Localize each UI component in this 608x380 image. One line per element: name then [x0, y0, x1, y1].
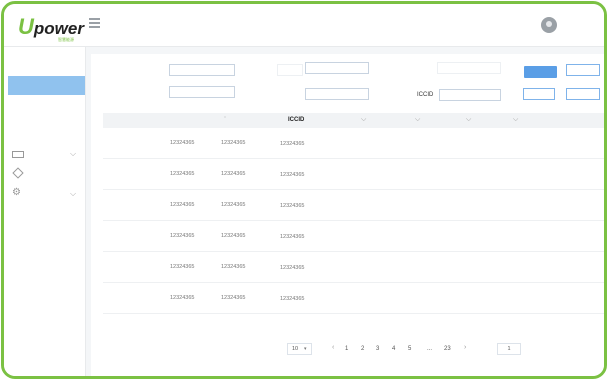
device-icon [12, 151, 24, 158]
table-cell: 12324365 [280, 265, 305, 271]
page-jump-input[interactable]: 1 [497, 343, 521, 355]
sidebar-item-location[interactable] [12, 167, 82, 181]
table-row[interactable]: 12324365 12324365 12324365 [103, 128, 604, 159]
main-panel: ICCID ˈ ICCID ⌵ ⌵ ⌵ ⌵ 12324365 12324365 … [91, 54, 604, 376]
page-ellipsis[interactable]: ... [427, 346, 432, 352]
sidebar: ⌵ ⚙ ⌵ [4, 47, 86, 376]
chevron-down-icon: ⌵ [70, 149, 77, 158]
import-button[interactable] [566, 88, 600, 100]
page-number-1[interactable]: 1 [345, 346, 348, 352]
page-number-4[interactable]: 4 [392, 346, 395, 352]
table-cell: 12324365 [170, 264, 195, 270]
table-cell: 12324365 [280, 172, 305, 178]
table-cell: 12324365 [221, 140, 246, 146]
filter-input-4[interactable] [169, 86, 235, 98]
hamburger-menu-icon[interactable] [89, 18, 100, 28]
table-cell: 12324365 [170, 233, 195, 239]
diamond-icon [12, 167, 24, 179]
top-header: Upower 智慧能源 [4, 4, 604, 47]
sidebar-item-active[interactable] [8, 76, 85, 95]
table-cell: 12324365 [170, 202, 195, 208]
app-frame: Upower 智慧能源 ⌵ ⚙ ⌵ ICCID ˈ ICCID ⌵ ⌵ ⌵ ⌵ … [1, 1, 607, 379]
gear-icon: ⚙ [12, 187, 21, 198]
table-cell: 12324365 [221, 171, 246, 177]
page-size-select[interactable]: 10 ▾ [287, 343, 312, 355]
table-row[interactable]: 12324365 12324365 12324365 [103, 159, 604, 190]
column-filter-chevron-icon[interactable]: ⌵ [415, 116, 420, 124]
table-cell: 12324365 [170, 295, 195, 301]
next-page-button[interactable]: › [464, 344, 466, 351]
logo-word: power [33, 19, 84, 38]
column-header-iccid: ICCID [288, 117, 305, 123]
table-cell: 12324365 [280, 296, 305, 302]
table-cell: 12324365 [221, 233, 246, 239]
column-filter-chevron-icon[interactable]: ⌵ [361, 116, 366, 124]
search-button[interactable] [524, 66, 557, 78]
filter-input-1[interactable] [169, 64, 235, 76]
iccid-filter-label: ICCID [417, 92, 434, 98]
export-button[interactable] [523, 88, 555, 100]
filter-input-5[interactable] [305, 88, 369, 100]
chevron-down-icon: ⌵ [70, 189, 77, 198]
table-cell: 12324365 [221, 264, 246, 270]
table-row[interactable]: 12324365 12324365 12324365 [103, 283, 604, 314]
logo-tagline: 智慧能源 [58, 37, 74, 42]
filter-input-2-prefix[interactable] [277, 64, 303, 76]
sidebar-item-settings[interactable]: ⚙ ⌵ [12, 187, 82, 201]
table-cell: 12324365 [280, 234, 305, 240]
logo-letter: U [18, 14, 34, 39]
filter-input-2[interactable] [305, 62, 369, 74]
page-number-5[interactable]: 5 [408, 346, 411, 352]
table-row[interactable]: 12324365 12324365 12324365 [103, 252, 604, 283]
table-cell: 12324365 [280, 141, 305, 147]
prev-page-button[interactable]: ‹ [332, 344, 334, 351]
table-header: ˈ ICCID ⌵ ⌵ ⌵ ⌵ [103, 113, 604, 128]
table-row[interactable]: 12324365 12324365 12324365 [103, 221, 604, 252]
page-number-3[interactable]: 3 [376, 346, 379, 352]
sidebar-item-devices[interactable]: ⌵ [12, 147, 82, 161]
table-cell: 12324365 [221, 295, 246, 301]
table-cell: 12324365 [170, 140, 195, 146]
table-cell: 12324365 [221, 202, 246, 208]
user-avatar-icon[interactable] [541, 17, 557, 33]
filter-input-3[interactable] [437, 62, 501, 74]
table-row[interactable]: 12324365 12324365 12324365 [103, 190, 604, 221]
iccid-filter-input[interactable] [439, 89, 501, 101]
column-header-tick: ˈ [224, 117, 226, 123]
reset-button[interactable] [566, 64, 600, 76]
column-filter-chevron-icon[interactable]: ⌵ [513, 116, 518, 124]
upower-logo[interactable]: Upower 智慧能源 [18, 14, 84, 42]
column-filter-chevron-icon[interactable]: ⌵ [466, 116, 471, 124]
page-size-value: 10 [292, 346, 299, 352]
table-cell: 12324365 [170, 171, 195, 177]
table-cell: 12324365 [280, 203, 305, 209]
chevron-down-icon: ▾ [304, 346, 307, 352]
page-number-2[interactable]: 2 [361, 346, 364, 352]
page-number-last[interactable]: 23 [444, 346, 451, 352]
